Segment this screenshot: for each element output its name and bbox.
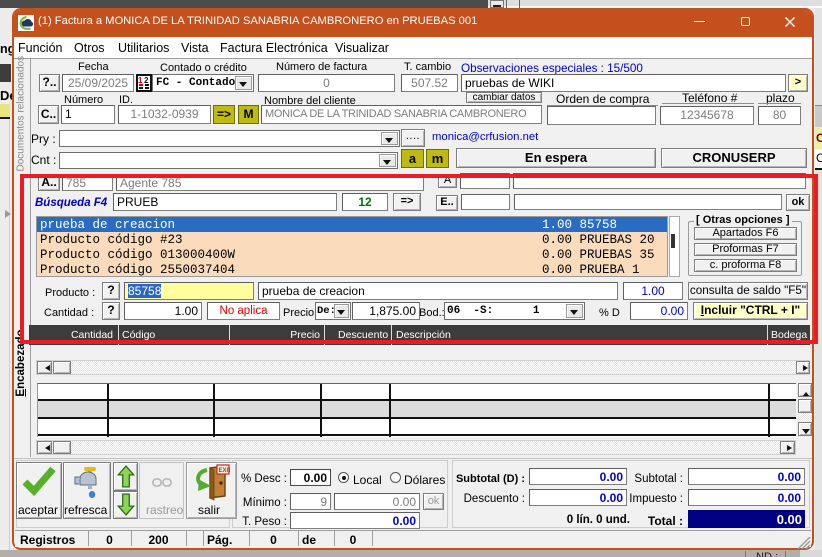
svg-text:EXIT: EXIT [219,468,231,474]
svg-text:1: 1 [138,76,143,85]
svg-text:2: 2 [144,76,149,85]
